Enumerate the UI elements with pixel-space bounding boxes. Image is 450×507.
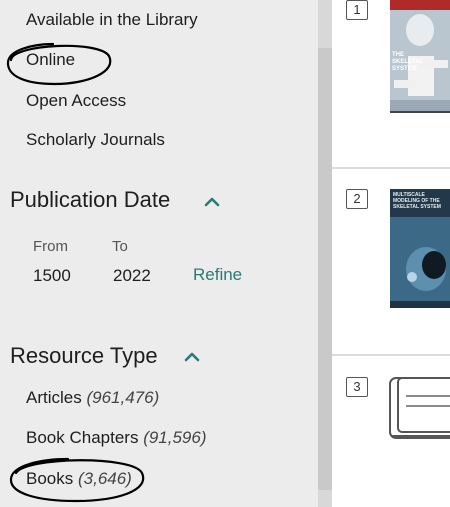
filter-sidebar: Available in the Library Online Open Acc… (0, 0, 318, 507)
resource-type-articles[interactable]: Articles (961,476) (26, 388, 159, 408)
result-divider (332, 354, 450, 356)
cover-title: MULTISCALE MODELING OF THE SKELETAL SYST… (393, 192, 441, 210)
cover-band (390, 0, 450, 10)
resource-type-book-chapters[interactable]: Book Chapters (91,596) (26, 428, 207, 448)
resource-type-count: (961,476) (86, 388, 160, 407)
chevron-up-icon[interactable] (204, 195, 220, 207)
filter-open-access[interactable]: Open Access (26, 91, 126, 111)
filter-scholarly-journals[interactable]: Scholarly Journals (26, 130, 165, 150)
publication-date-header[interactable]: Publication Date (10, 187, 170, 213)
date-from-input[interactable]: 1500 (33, 266, 71, 286)
resource-type-count: (3,646) (77, 469, 132, 488)
resource-type-count: (91,596) (143, 428, 207, 447)
result-number: 1 (346, 0, 368, 20)
date-to-input[interactable]: 2022 (113, 266, 151, 286)
result-number: 3 (346, 377, 368, 397)
date-to-label: To (112, 238, 128, 255)
filter-online[interactable]: Online (26, 50, 75, 70)
cover-title-line: SYSTEM (392, 66, 417, 72)
sidebar-scrollbar-thumb[interactable] (318, 48, 332, 490)
cover-title: THE SKELETAL SYSTEM (392, 52, 423, 73)
cover-title-line: SKELETAL (392, 59, 424, 65)
resource-type-header[interactable]: Resource Type (10, 343, 158, 369)
resource-type-label: Book Chapters (26, 428, 139, 447)
resource-type-books[interactable]: Books (3,646) (26, 469, 132, 489)
resource-type-label: Books (26, 469, 74, 488)
result-divider (332, 167, 450, 169)
book-icon[interactable] (388, 376, 450, 442)
date-from-label: From (33, 238, 68, 255)
cover-title-line: THE (392, 52, 404, 58)
resource-type-label: Articles (26, 388, 82, 407)
refine-button[interactable]: Refine (193, 265, 242, 285)
chevron-up-icon[interactable] (184, 350, 200, 362)
filter-available-in-library[interactable]: Available in the Library (26, 10, 198, 30)
book-cover-multiscale-modeling[interactable]: MULTISCALE MODELING OF THE SKELETAL SYST… (390, 189, 450, 308)
cover-title-line: SKELETAL SYSTEM (393, 204, 441, 210)
book-cover-skeletal-system[interactable]: THE SKELETAL SYSTEM (390, 0, 450, 113)
result-number: 2 (346, 189, 368, 209)
